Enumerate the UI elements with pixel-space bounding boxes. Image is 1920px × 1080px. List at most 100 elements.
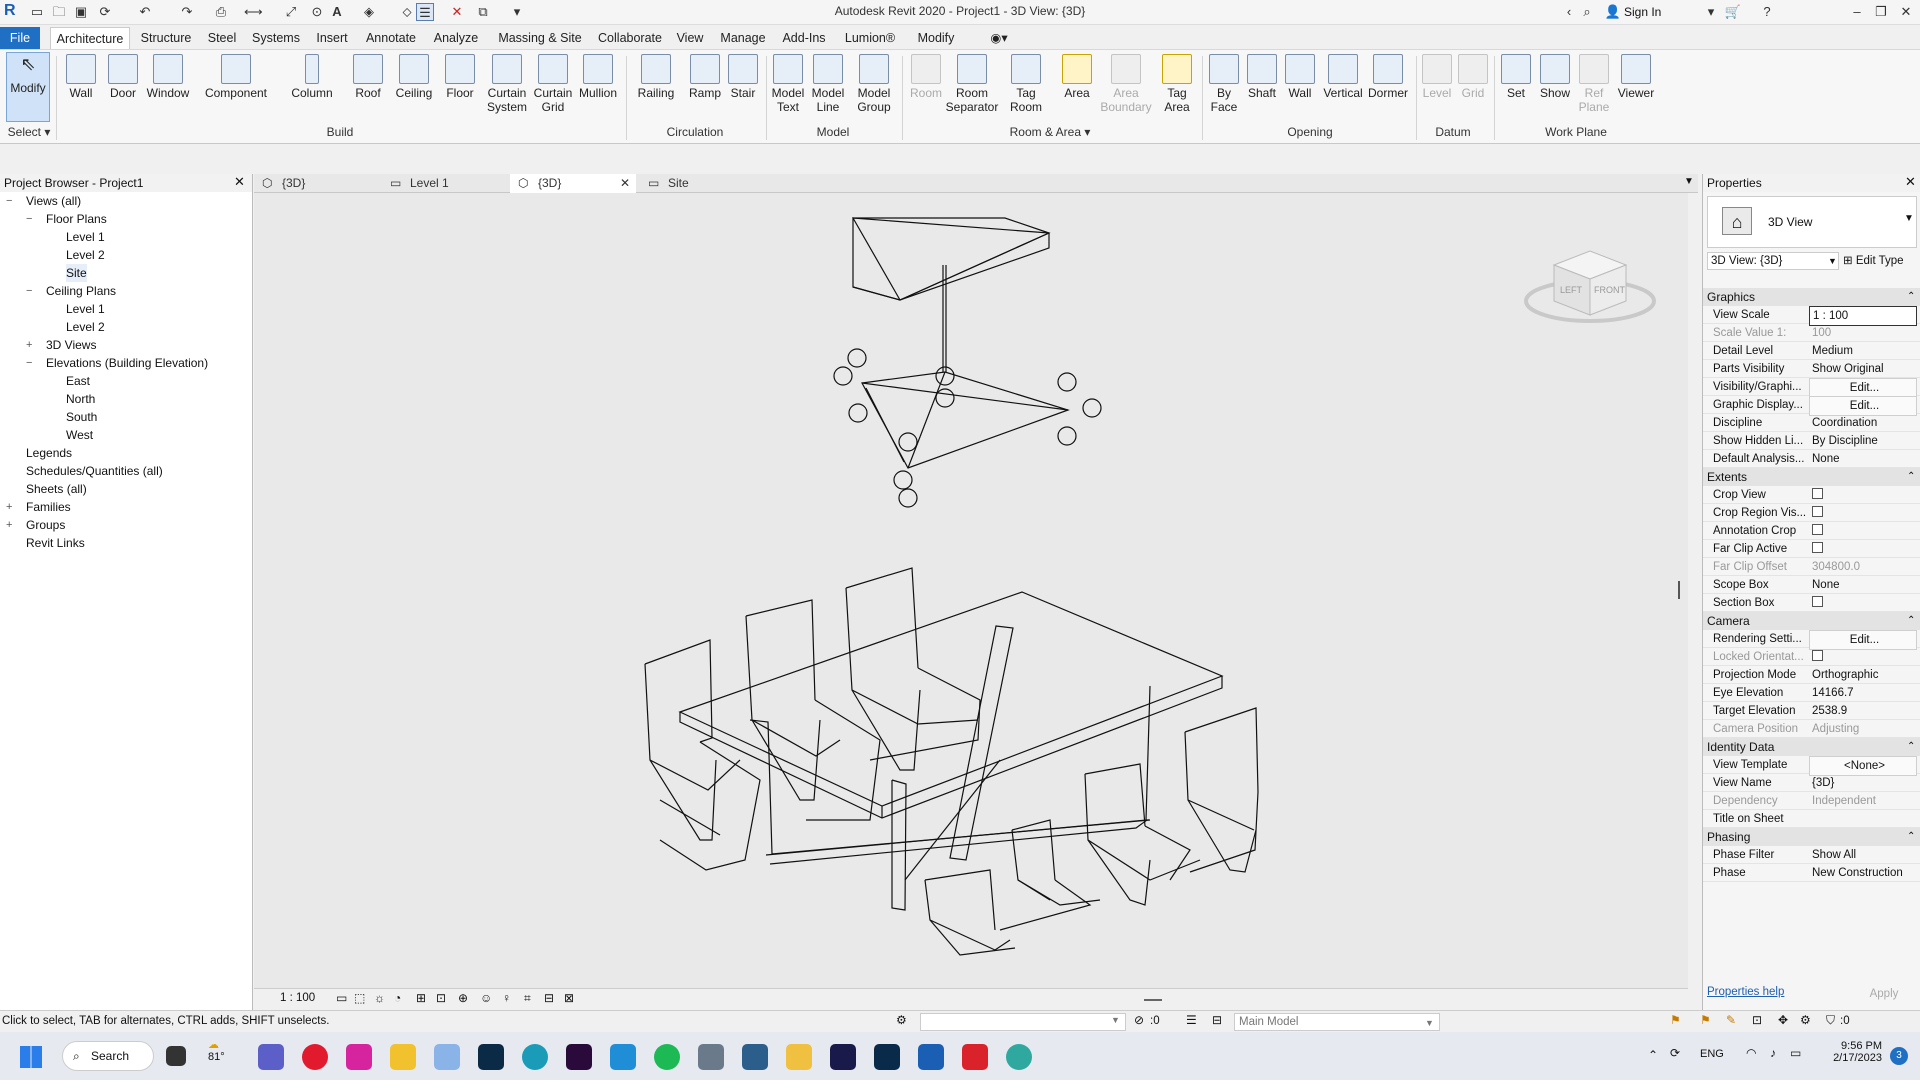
- select-underlay-icon[interactable]: ⚑: [1700, 1013, 1711, 1027]
- property-row[interactable]: Crop Region Vis...: [1703, 504, 1920, 522]
- grid-button[interactable]: Grid: [1456, 54, 1490, 100]
- wifi-icon[interactable]: ◠: [1746, 1046, 1756, 1060]
- tab-annotate[interactable]: Annotate: [360, 27, 422, 49]
- view-scale[interactable]: 1 : 100: [280, 992, 315, 1004]
- type-selector[interactable]: ⌂ 3D View ▼: [1707, 196, 1917, 248]
- hscrollbar-thumb[interactable]: [1144, 999, 1162, 1001]
- speaker-icon[interactable]: ♪: [1770, 1046, 1776, 1060]
- collapse-icon[interactable]: −: [26, 282, 32, 300]
- filter-icon[interactable]: ⛉: [1826, 1013, 1835, 1028]
- tab-site[interactable]: ▭ Site: [640, 174, 760, 193]
- property-value[interactable]: By Discipline: [1809, 432, 1917, 450]
- property-value[interactable]: [1809, 594, 1917, 612]
- apply-button[interactable]: Apply: [1853, 984, 1915, 1004]
- constraints-icon[interactable]: ⌗: [524, 991, 531, 1006]
- sign-in-link[interactable]: Sign In: [1624, 5, 1661, 19]
- tab-modify[interactable]: Modify: [912, 27, 960, 49]
- property-value[interactable]: 100: [1809, 324, 1917, 342]
- chair[interactable]: [1084, 763, 1201, 906]
- navigation-bar-handle[interactable]: [1678, 581, 1680, 599]
- chair[interactable]: [745, 599, 881, 821]
- close-icon[interactable]: ✕: [1905, 174, 1916, 190]
- expand-icon[interactable]: +: [6, 516, 12, 534]
- collapse-icon[interactable]: −: [6, 192, 12, 210]
- select-pinned-icon[interactable]: ✎: [1726, 1013, 1736, 1027]
- weather-widget[interactable]: ☁ 81°: [208, 1038, 225, 1063]
- checkbox[interactable]: [1812, 488, 1823, 500]
- property-section-header[interactable]: Identity Data ⌃: [1703, 738, 1920, 756]
- background-process-icon[interactable]: ⚙: [1800, 1013, 1811, 1027]
- tab-lumion[interactable]: Lumion®: [840, 27, 900, 49]
- property-row[interactable]: Visibility/Graphi... Edit...: [1703, 378, 1920, 398]
- property-row[interactable]: Projection Mode Orthographic: [1703, 666, 1920, 684]
- property-row[interactable]: Graphic Display... Edit...: [1703, 396, 1920, 416]
- property-row[interactable]: Dependency Independent: [1703, 792, 1920, 810]
- ref-plane-button[interactable]: Ref Plane: [1576, 54, 1612, 114]
- tab-file[interactable]: File: [0, 27, 40, 49]
- property-row[interactable]: Detail Level Medium: [1703, 342, 1920, 360]
- curtain-system-button[interactable]: Curtain System: [484, 54, 530, 114]
- battery-icon[interactable]: ▭: [1790, 1046, 1801, 1060]
- user-icon[interactable]: 👤: [1604, 3, 1622, 21]
- design-option-dropdown[interactable]: Main Model ▼: [1234, 1013, 1440, 1031]
- collapse-icon[interactable]: ⌃: [1907, 828, 1915, 846]
- minimize-icon[interactable]: –: [1848, 3, 1866, 21]
- close-icon[interactable]: ✕: [234, 174, 245, 190]
- property-value[interactable]: [1809, 486, 1917, 504]
- property-row[interactable]: Discipline Coordination: [1703, 414, 1920, 432]
- property-value[interactable]: [1809, 522, 1917, 540]
- property-row[interactable]: Far Clip Offset 304800.0: [1703, 558, 1920, 576]
- checkbox[interactable]: [1812, 596, 1823, 608]
- revit-icon[interactable]: [918, 1044, 944, 1070]
- dormer-button[interactable]: Dormer: [1366, 54, 1410, 100]
- detail-level-icon[interactable]: ▭: [336, 991, 347, 1005]
- tab-collaborate[interactable]: Collaborate: [594, 27, 666, 49]
- tab-insert[interactable]: Insert: [310, 27, 354, 49]
- property-row[interactable]: Locked Orientat...: [1703, 648, 1920, 666]
- temp-hide-icon[interactable]: ☺: [480, 991, 492, 1005]
- media-icon[interactable]: [786, 1044, 812, 1070]
- component-button[interactable]: Component: [200, 54, 272, 100]
- collapse-icon[interactable]: ⌃: [1907, 612, 1915, 630]
- room-separator-button[interactable]: Room Separator: [944, 54, 1000, 114]
- language-indicator[interactable]: ENG: [1700, 1048, 1724, 1060]
- wall-button[interactable]: Wall: [62, 54, 100, 100]
- collapse-icon[interactable]: ⌃: [1907, 288, 1915, 306]
- property-row[interactable]: Far Clip Active: [1703, 540, 1920, 558]
- model-group-button[interactable]: Model Group: [852, 54, 896, 114]
- tab-systems[interactable]: Systems: [248, 27, 304, 49]
- property-value[interactable]: [1809, 540, 1917, 558]
- instance-selector[interactable]: 3D View: {3D} ▼: [1707, 252, 1839, 270]
- tab-analyze[interactable]: Analyze: [428, 27, 484, 49]
- chevron-left-icon[interactable]: ‹: [1560, 3, 1578, 21]
- property-value[interactable]: Independent: [1809, 792, 1917, 810]
- select-by-face-icon[interactable]: ⊡: [1752, 1013, 1762, 1027]
- instagram-icon[interactable]: [346, 1044, 372, 1070]
- tabs-menu-icon[interactable]: ▼: [1684, 176, 1694, 187]
- spotify-icon[interactable]: [654, 1044, 680, 1070]
- checkbox[interactable]: [1812, 542, 1823, 554]
- property-row[interactable]: Scope Box None: [1703, 576, 1920, 594]
- ramp-button[interactable]: Ramp: [686, 54, 724, 100]
- property-value[interactable]: Show All: [1809, 846, 1917, 864]
- property-value[interactable]: <None>: [1809, 756, 1917, 776]
- by-face-button[interactable]: By Face: [1206, 54, 1242, 114]
- checkbox[interactable]: [1812, 650, 1823, 662]
- windows-start-icon[interactable]: [20, 1046, 42, 1068]
- chandelier[interactable]: [833, 217, 1102, 508]
- opera-icon[interactable]: [302, 1044, 328, 1070]
- file-explorer-icon[interactable]: [390, 1044, 416, 1070]
- app-icon[interactable]: [1006, 1044, 1032, 1070]
- floor-button[interactable]: Floor: [440, 54, 480, 100]
- property-row[interactable]: Parts Visibility Show Original: [1703, 360, 1920, 378]
- mullion-button[interactable]: Mullion: [576, 54, 620, 100]
- drawing-area[interactable]: LEFT FRONT: [254, 193, 1688, 988]
- viewcube[interactable]: LEFT FRONT: [1524, 235, 1664, 335]
- model-line-button[interactable]: Model Line: [808, 54, 848, 114]
- property-row[interactable]: Title on Sheet: [1703, 810, 1920, 828]
- wall-opening-button[interactable]: Wall: [1282, 54, 1318, 100]
- edit-type-button[interactable]: ⊞ Edit Type: [1843, 252, 1919, 270]
- railing-button[interactable]: Railing: [636, 54, 676, 100]
- properties-help-link[interactable]: Properties help: [1707, 986, 1784, 998]
- property-value[interactable]: [1809, 648, 1917, 666]
